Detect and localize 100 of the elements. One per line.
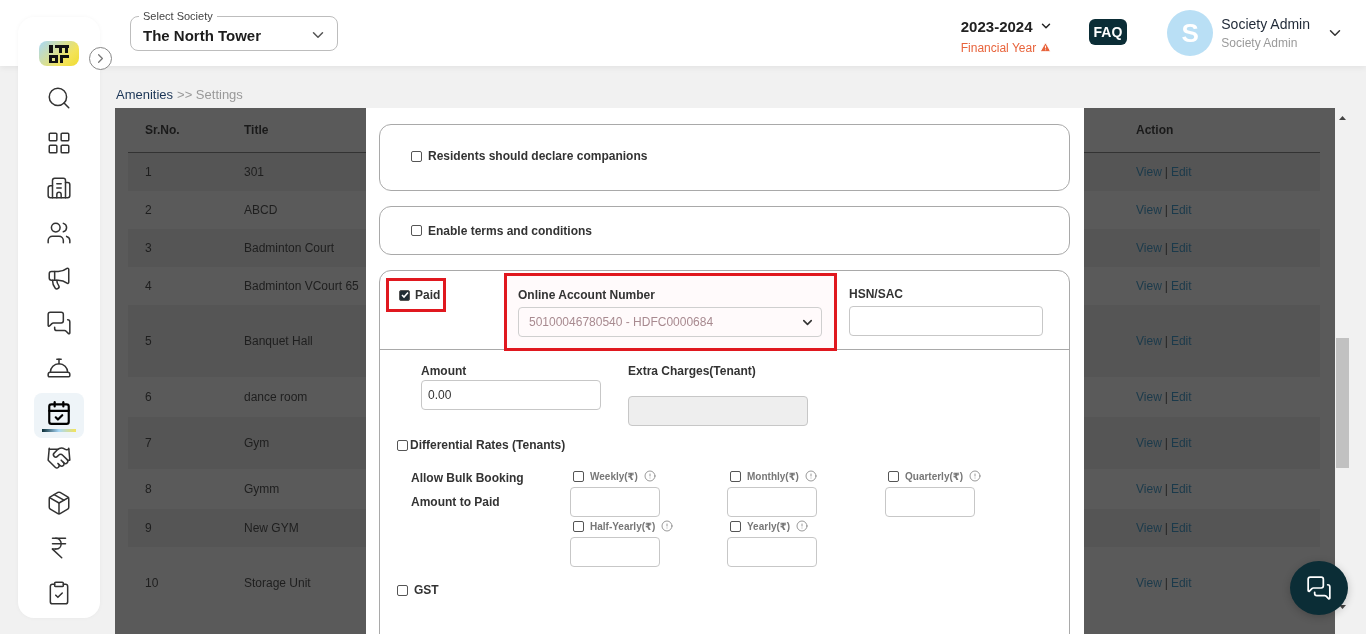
checkbox-label: Monthly(₹) bbox=[747, 470, 799, 482]
field-label: Amount to Paid bbox=[411, 495, 501, 509]
year-dropdown[interactable]: 2023-2024 bbox=[960, 17, 1053, 35]
edit-link[interactable]: Edit bbox=[1170, 203, 1192, 217]
view-link[interactable]: View bbox=[1136, 241, 1162, 255]
link-separator: | bbox=[1164, 165, 1168, 179]
table-cell: 1 bbox=[145, 165, 152, 179]
checkbox-label: Half-Yearly(₹) bbox=[590, 520, 656, 532]
field-label: Amount bbox=[421, 364, 468, 378]
user-name: Society Admin bbox=[1221, 16, 1310, 32]
link-separator: | bbox=[1164, 521, 1168, 535]
column-header: Action bbox=[1135, 123, 1175, 137]
calendar-icon bbox=[46, 399, 72, 426]
input-field[interactable] bbox=[885, 487, 975, 517]
checkbox[interactable] bbox=[888, 470, 899, 482]
input-field[interactable] bbox=[727, 487, 817, 517]
chat-icon bbox=[1306, 575, 1332, 601]
checkbox[interactable] bbox=[730, 520, 741, 532]
edit-link[interactable]: Edit bbox=[1170, 436, 1192, 450]
link-separator: | bbox=[1164, 576, 1168, 590]
checkbox[interactable] bbox=[397, 584, 408, 596]
table-cell: 5 bbox=[145, 334, 152, 348]
field-label: Extra Charges(Tenant) bbox=[628, 364, 757, 378]
checkbox[interactable] bbox=[411, 225, 422, 236]
link-separator: | bbox=[1164, 203, 1168, 217]
building-icon bbox=[46, 174, 72, 201]
table-cell: 2 bbox=[145, 203, 152, 217]
checkbox-label: GST bbox=[414, 583, 439, 597]
field-label: Allow Bulk Booking bbox=[411, 471, 525, 485]
input-field[interactable]: 0.00 bbox=[421, 380, 601, 410]
box-icon bbox=[46, 489, 72, 516]
edit-link[interactable]: Edit bbox=[1170, 165, 1192, 179]
logo-icon[interactable] bbox=[39, 41, 79, 66]
input-field[interactable] bbox=[727, 537, 817, 567]
checkbox-label: Enable terms and conditions bbox=[428, 223, 593, 238]
sidebar-item[interactable] bbox=[34, 393, 84, 438]
link-separator: | bbox=[1164, 482, 1168, 496]
table-cell: 4 bbox=[145, 279, 152, 293]
view-link[interactable]: View bbox=[1136, 521, 1162, 535]
megaphone-icon bbox=[46, 264, 72, 291]
input-field[interactable] bbox=[849, 306, 1043, 336]
view-link[interactable]: View bbox=[1136, 482, 1162, 496]
link-separator: | bbox=[1164, 279, 1168, 293]
edit-link[interactable]: Edit bbox=[1170, 390, 1192, 404]
table-cell: ABCD bbox=[244, 203, 278, 217]
grid-icon bbox=[46, 129, 72, 156]
breadcrumb-link[interactable]: Amenities bbox=[116, 87, 174, 108]
edit-link[interactable]: Edit bbox=[1170, 241, 1192, 255]
user-role: Society Admin bbox=[1221, 36, 1299, 50]
view-link[interactable]: View bbox=[1136, 334, 1162, 348]
table-cell: 301 bbox=[244, 165, 265, 179]
checkbox-label: Quarterly(₹) bbox=[905, 470, 964, 482]
column-header: Title bbox=[243, 123, 270, 137]
breadcrumb-current: >> Settings bbox=[177, 87, 243, 104]
link-separator: | bbox=[1164, 334, 1168, 348]
checkbox[interactable] bbox=[573, 470, 584, 482]
view-link[interactable]: View bbox=[1136, 390, 1162, 404]
field-label: HSN/SAC bbox=[849, 287, 904, 301]
table-cell: Badminton VCourt 65 bbox=[244, 279, 359, 293]
link-separator: | bbox=[1164, 390, 1168, 404]
edit-link[interactable]: Edit bbox=[1170, 279, 1192, 293]
financial-year-label: Financial Year bbox=[960, 40, 1052, 55]
input-field[interactable] bbox=[570, 487, 660, 517]
edit-link[interactable]: Edit bbox=[1170, 334, 1192, 348]
checkbox[interactable] bbox=[399, 289, 410, 301]
edit-link[interactable]: Edit bbox=[1170, 521, 1192, 535]
view-link[interactable]: View bbox=[1136, 436, 1162, 450]
checkbox-label: Residents should declare companions bbox=[428, 149, 648, 163]
checkbox-label: Differential Rates (Tenants) bbox=[410, 438, 566, 452]
avatar: S bbox=[1167, 10, 1214, 56]
handshake-icon bbox=[46, 444, 72, 471]
table-cell: 3 bbox=[145, 241, 152, 255]
link-separator: | bbox=[1164, 241, 1168, 255]
link-separator: | bbox=[1164, 436, 1168, 450]
faq-button[interactable]: FAQ bbox=[1088, 19, 1128, 45]
table-cell: Gymm bbox=[244, 482, 280, 496]
checkbox-label: Paid bbox=[415, 288, 441, 302]
checkbox[interactable] bbox=[411, 150, 422, 162]
view-link[interactable]: View bbox=[1136, 203, 1162, 217]
edit-link[interactable]: Edit bbox=[1170, 576, 1192, 590]
table-cell: 10 bbox=[145, 576, 159, 590]
view-link[interactable]: View bbox=[1136, 279, 1162, 293]
checkbox-label: Yearly(₹) bbox=[747, 520, 791, 532]
account-select[interactable]: 50100046780540 - HDFC0000684 bbox=[518, 307, 822, 337]
column-header: Sr.No. bbox=[144, 123, 181, 137]
field-label: Online Account Number bbox=[518, 288, 656, 302]
table-cell: 8 bbox=[145, 482, 152, 496]
checkbox-label: Weekly(₹) bbox=[590, 470, 638, 482]
input-field[interactable] bbox=[570, 537, 660, 567]
view-link[interactable]: View bbox=[1136, 576, 1162, 590]
checkbox[interactable] bbox=[730, 470, 741, 482]
table-cell: Storage Unit bbox=[244, 576, 311, 590]
table-cell: 6 bbox=[145, 390, 152, 404]
edit-link[interactable]: Edit bbox=[1170, 482, 1192, 496]
view-link[interactable]: View bbox=[1136, 165, 1162, 179]
checkbox[interactable] bbox=[397, 439, 408, 451]
chat-icon bbox=[46, 309, 72, 336]
checkbox[interactable] bbox=[573, 520, 584, 532]
table-cell: Gym bbox=[244, 436, 270, 450]
table-cell: dance room bbox=[244, 390, 308, 404]
